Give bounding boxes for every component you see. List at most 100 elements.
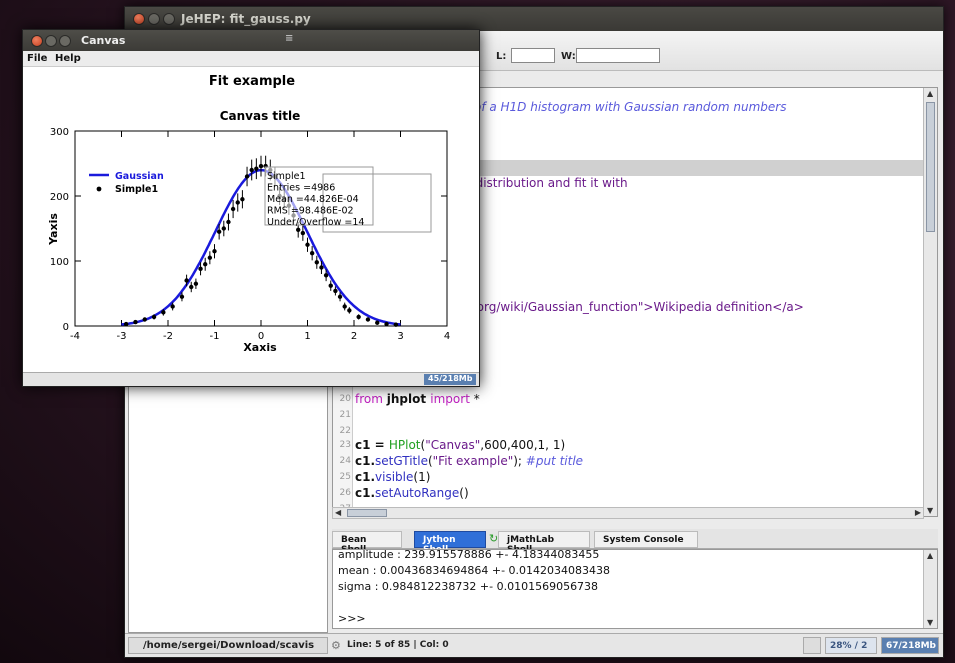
data-point (189, 284, 194, 290)
minimize-icon[interactable] (45, 35, 57, 47)
code-token: * (473, 392, 480, 406)
lock-icon[interactable] (803, 637, 821, 654)
data-point (375, 320, 380, 325)
l-input[interactable] (511, 48, 555, 63)
canvas-window: Canvas ≡ File Help Fit example Canvas tit… (22, 29, 480, 387)
code-token: "Canvas" (425, 438, 481, 452)
data-point (198, 266, 203, 271)
data-point (365, 317, 371, 322)
close-icon[interactable] (133, 13, 145, 25)
y-tick-label: 0 (63, 322, 69, 333)
code-token: ); (513, 454, 526, 468)
x-tick-label: -3 (117, 331, 127, 342)
fit-plot[interactable]: Fit exampleCanvas title-4 -3 -2 -1 0 1 2 3 40100… (23, 67, 479, 372)
console-line: sigma : 0.984812238732 +- 0.010156905673… (338, 580, 599, 593)
code-line: c1 = HPlot("Canvas",600,400,1, 1) (355, 438, 565, 452)
code-token: (1) (413, 470, 431, 484)
data-point (230, 206, 236, 212)
data-point (254, 166, 259, 171)
data-point (240, 197, 245, 202)
data-point (216, 229, 222, 234)
jython-console[interactable]: amplitude : 239.915578886 +- 4.183440834… (332, 549, 938, 629)
data-point (179, 294, 185, 299)
l-label: L: (496, 51, 507, 62)
line-number: 22 (339, 426, 351, 436)
current-directory[interactable]: /home/sergei/Download/scavis (128, 637, 328, 654)
legend-label-simple1: Simple1 (115, 184, 158, 195)
data-point (207, 255, 213, 260)
code-token: c1. (355, 470, 376, 484)
y-tick-label: 300 (50, 127, 69, 138)
stats-line: Simple1 (267, 171, 305, 182)
data-point (184, 278, 189, 283)
refresh-icon[interactable]: ↻ (489, 532, 498, 545)
gear-icon[interactable]: ⚙ (331, 639, 341, 652)
canvas-title: Canvas (81, 34, 126, 47)
memory-usage[interactable]: 45/218Mb (424, 374, 476, 385)
tab-bean-shell[interactable]: Bean Shell (332, 531, 402, 555)
stats-line: RMS =98.486E-02 (267, 206, 354, 217)
menu-handle-icon[interactable]: ≡ (285, 33, 293, 44)
code-token: c1. (355, 454, 376, 468)
scrollbar-thumb[interactable] (926, 102, 935, 232)
code-token: () (459, 486, 469, 500)
x-tick-label: 2 (351, 331, 357, 342)
console-vertical-scrollbar[interactable]: ▲ ▼ (923, 550, 937, 628)
code-line: c1.setAutoRange() (355, 486, 469, 500)
code-line: c1.visible(1) (355, 470, 430, 484)
editor-horizontal-scrollbar[interactable]: ◀ ▶ (332, 507, 924, 519)
data-point (123, 321, 129, 327)
tab-jmathlab-shell[interactable]: jMathLab Shell (498, 531, 590, 555)
tab-jython-shell[interactable]: Jython Shell (414, 531, 486, 555)
data-point (314, 260, 319, 265)
data-point (170, 304, 175, 309)
canvas-menubar: File Help (23, 51, 479, 67)
data-point (235, 200, 240, 205)
tab-system-console[interactable]: System Console (594, 531, 698, 548)
code-line: from jhplot import * (355, 392, 480, 406)
scroll-down-icon[interactable]: ▼ (927, 618, 933, 627)
maximize-icon[interactable] (59, 35, 71, 47)
console-line: >>> (338, 612, 366, 625)
line-number: 20 (339, 394, 351, 404)
scroll-right-icon[interactable]: ▶ (915, 508, 921, 517)
close-icon[interactable] (31, 35, 43, 47)
editor-vertical-scrollbar[interactable]: ▲ ▼ (923, 88, 937, 516)
data-point (244, 174, 250, 179)
w-input[interactable] (576, 48, 660, 63)
line-number: 23 (339, 440, 351, 450)
maximize-icon[interactable] (163, 13, 175, 25)
code-token: ,600,400,1, 1) (480, 438, 566, 452)
w-label: W: (561, 51, 576, 62)
code-token: jhplot (386, 392, 431, 406)
data-point (323, 273, 329, 278)
console-line: amplitude : 239.915578886 +- 4.183440834… (338, 549, 600, 561)
data-point (300, 230, 306, 236)
data-point (342, 304, 347, 309)
code-token: setAutoRange (375, 486, 460, 500)
data-point (203, 262, 208, 267)
minimize-icon[interactable] (148, 13, 160, 25)
legend-label-gaussian: Gaussian (115, 171, 164, 182)
menu-help[interactable]: Help (55, 53, 81, 64)
code-token: import (430, 392, 474, 406)
stats-line: Mean =44.826E-04 (267, 194, 359, 205)
scroll-up-icon[interactable]: ▲ (927, 551, 933, 560)
data-point (142, 317, 147, 322)
scroll-up-icon[interactable]: ▲ (927, 89, 933, 98)
legend-marker-simple1 (96, 186, 102, 192)
menu-file[interactable]: File (27, 53, 47, 64)
x-tick-label: 3 (397, 331, 403, 342)
memory-usage[interactable]: 67/218Mb (881, 637, 939, 654)
code-token: setGTitle (375, 454, 428, 468)
data-point (333, 288, 338, 294)
code-token: HPlot (388, 438, 421, 452)
data-point (319, 265, 324, 270)
data-point (393, 322, 399, 327)
status-bar: /home/sergei/Download/scavis ⚙ Line: 5 o… (125, 633, 943, 657)
scroll-left-icon[interactable]: ◀ (335, 508, 341, 517)
cursor-position: Line: 5 of 85 | Col: 0 (347, 640, 449, 650)
scrollbar-thumb[interactable] (347, 509, 387, 517)
scroll-down-icon[interactable]: ▼ (927, 506, 933, 515)
x-tick-label: -1 (210, 331, 220, 342)
